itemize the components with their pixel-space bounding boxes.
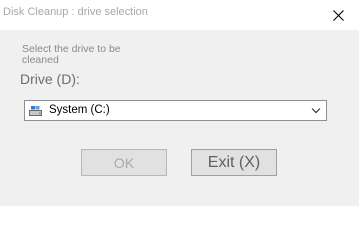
close-button[interactable] [318, 0, 359, 30]
title-bar: Disk Cleanup : drive selection [0, 0, 359, 30]
selected-drive: System (C:) [49, 104, 110, 116]
chevron-down-icon[interactable] [311, 107, 321, 114]
drive-prompt: Select the drive to be cleaned [22, 43, 121, 66]
close-icon [333, 9, 344, 21]
exit-button[interactable]: Exit (X) [191, 149, 277, 176]
dialog-body: Select the drive to be cleaned Drive (D)… [0, 30, 359, 206]
drive-icon [29, 106, 42, 116]
drive-label: Drive (D): [20, 71, 80, 87]
window-title: Disk Cleanup : drive selection [3, 6, 148, 18]
drive-select[interactable]: System (C:) [24, 100, 327, 121]
ok-button[interactable]: OK [81, 149, 167, 176]
